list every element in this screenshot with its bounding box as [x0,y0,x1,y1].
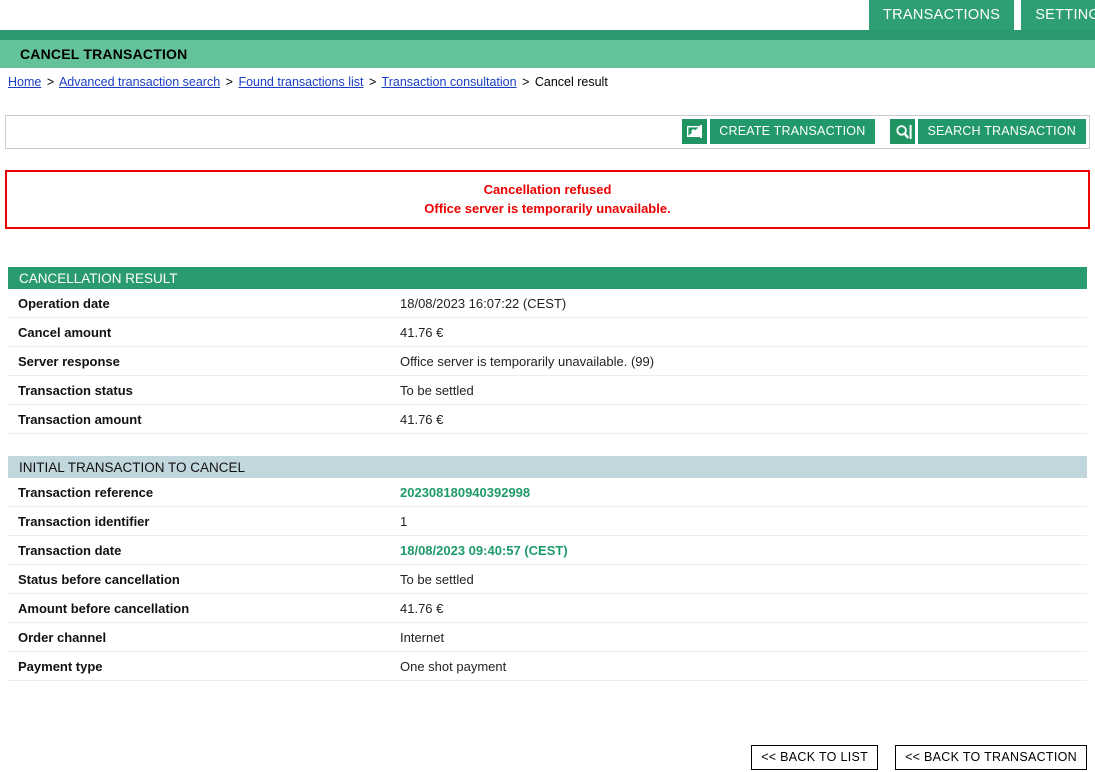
row-value: 41.76 € [400,325,443,340]
breadcrumb: Home > Advanced transaction search > Fou… [0,68,1095,94]
breadcrumb-separator: > [520,75,531,89]
spacer [0,229,1095,267]
footer-actions: << BACK TO LIST << BACK TO TRANSACTION [751,745,1087,770]
breadcrumb-separator: > [367,75,378,89]
table-row: Amount before cancellation 41.76 € [8,594,1087,623]
back-to-list-button[interactable]: << BACK TO LIST [751,745,878,770]
breadcrumb-separator: > [224,75,235,89]
row-label: Order channel [18,630,400,645]
row-label: Transaction status [18,383,400,398]
row-value: 1 [400,514,407,529]
breadcrumb-separator: > [45,75,56,89]
table-row: Order channel Internet [8,623,1087,652]
action-toolbar: CREATE TRANSACTION SEARCH TRANSACTION [5,115,1090,149]
table-row: Transaction reference 202308180940392998 [8,478,1087,507]
cancellation-result-heading: CANCELLATION RESULT [8,267,1087,289]
page-title: CANCEL TRANSACTION [20,46,187,62]
page-title-bar: CANCEL TRANSACTION [0,40,1095,68]
row-label: Transaction reference [18,485,400,500]
table-row: Status before cancellation To be settled [8,565,1087,594]
error-banner: Cancellation refused Office server is te… [5,170,1090,229]
row-label: Payment type [18,659,400,674]
row-value: 18/08/2023 16:07:22 (CEST) [400,296,566,311]
row-value: One shot payment [400,659,506,674]
row-label: Status before cancellation [18,572,400,587]
row-label: Transaction amount [18,412,400,427]
table-row: Operation date 18/08/2023 16:07:22 (CEST… [8,289,1087,318]
breadcrumb-item-advanced-transaction-search[interactable]: Advanced transaction search [59,75,220,89]
magnifier-icon [890,119,915,144]
row-value: 18/08/2023 09:40:57 (CEST) [400,543,568,558]
main-tabs: TRANSACTIONS SETTINGS [869,0,1095,40]
table-row: Transaction status To be settled [8,376,1087,405]
back-to-transaction-button[interactable]: << BACK TO TRANSACTION [895,745,1087,770]
table-row: Cancel amount 41.76 € [8,318,1087,347]
row-value: To be settled [400,383,474,398]
breadcrumb-item-current: Cancel result [535,75,608,89]
topbar-blank-area [0,0,869,30]
table-row: Server response Office server is tempora… [8,347,1087,376]
row-value: Office server is temporarily unavailable… [400,354,654,369]
row-value: 202308180940392998 [400,485,530,500]
table-row: Transaction amount 41.76 € [8,405,1087,434]
tab-settings[interactable]: SETTINGS [1021,0,1095,30]
table-row: Transaction date 18/08/2023 09:40:57 (CE… [8,536,1087,565]
error-detail: Office server is temporarily unavailable… [7,199,1088,218]
cancellation-result-section: CANCELLATION RESULT Operation date 18/08… [8,267,1087,434]
tab-transactions[interactable]: TRANSACTIONS [869,0,1014,30]
initial-transaction-rows: Transaction reference 202308180940392998… [8,478,1087,681]
error-title: Cancellation refused [7,180,1088,199]
row-label: Operation date [18,296,400,311]
tab-divider [1014,0,1021,30]
breadcrumb-item-found-transactions-list[interactable]: Found transactions list [238,75,363,89]
breadcrumb-item-home[interactable]: Home [8,75,41,89]
row-label: Server response [18,354,400,369]
row-label: Amount before cancellation [18,601,400,616]
create-transaction-label: CREATE TRANSACTION [710,119,875,144]
tab-transactions-label: TRANSACTIONS [883,7,1000,23]
banknote-icon [682,119,707,144]
row-value: 41.76 € [400,412,443,427]
create-transaction-button[interactable]: CREATE TRANSACTION [682,119,875,144]
search-transaction-label: SEARCH TRANSACTION [918,119,1086,144]
search-transaction-button[interactable]: SEARCH TRANSACTION [890,119,1086,144]
table-row: Payment type One shot payment [8,652,1087,681]
tab-settings-label: SETTINGS [1035,7,1095,23]
initial-transaction-heading: INITIAL TRANSACTION TO CANCEL [8,456,1087,478]
row-label: Transaction identifier [18,514,400,529]
spacer [0,434,1095,456]
breadcrumb-item-transaction-consultation[interactable]: Transaction consultation [382,75,517,89]
initial-transaction-section: INITIAL TRANSACTION TO CANCEL Transactio… [8,456,1087,681]
table-row: Transaction identifier 1 [8,507,1087,536]
row-value: To be settled [400,572,474,587]
row-label: Cancel amount [18,325,400,340]
row-value: 41.76 € [400,601,443,616]
row-value: Internet [400,630,444,645]
top-navigation-bar: TRANSACTIONS SETTINGS [0,0,1095,40]
row-label: Transaction date [18,543,400,558]
toolbar-actions: CREATE TRANSACTION SEARCH TRANSACTION [682,119,1086,144]
cancellation-result-rows: Operation date 18/08/2023 16:07:22 (CEST… [8,289,1087,434]
